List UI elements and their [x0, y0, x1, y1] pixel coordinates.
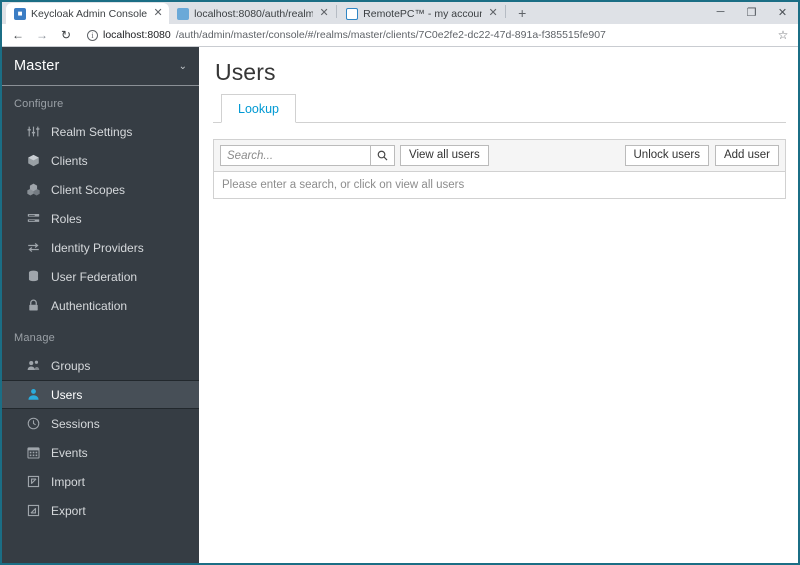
sidebar-item-identity-providers[interactable]: Identity Providers	[2, 233, 199, 262]
sidebar-item-roles[interactable]: Roles	[2, 204, 199, 233]
realm-name: Master	[14, 58, 60, 74]
window-controls: ─ ❐ ✕	[705, 2, 798, 24]
sidebar-section-manage: Manage	[14, 332, 55, 344]
users-icon	[26, 359, 40, 373]
bookmark-star-icon[interactable]: ☆	[772, 25, 794, 45]
browser-tab-2[interactable]: localhost:8080/auth/realms/mast ✕	[169, 3, 336, 24]
close-window-icon[interactable]: ✕	[767, 2, 798, 22]
sidebar-item-label: Events	[51, 445, 88, 460]
sidebar-item-label: Roles	[51, 211, 82, 226]
close-icon[interactable]: ✕	[152, 8, 164, 20]
view-all-users-button[interactable]: View all users	[400, 145, 489, 166]
tab-lookup[interactable]: Lookup	[221, 94, 297, 123]
sidebar-item-label: Groups	[51, 358, 91, 373]
main-content: Users Lookup View all users Unlock users	[199, 47, 798, 563]
url-path: /auth/admin/master/console/#/realms/mast…	[175, 29, 606, 41]
chevron-down-icon: ⌄	[178, 60, 187, 72]
sidebar-item-label: Authentication	[51, 298, 128, 313]
search-input[interactable]	[220, 145, 370, 166]
browser-tab-1[interactable]: ■ Keycloak Admin Console ✕	[6, 3, 170, 24]
forward-icon[interactable]: →	[30, 25, 54, 46]
sidebar-item-label: Sessions	[51, 416, 100, 431]
sidebar-item-sessions[interactable]: Sessions	[2, 409, 199, 438]
page-content: Master ⌄ Configure Realm Settings Client…	[2, 47, 798, 563]
new-tab-button[interactable]: +	[511, 3, 533, 23]
browser-tab-3[interactable]: ◉ RemotePC™ - my account inform ✕	[338, 3, 505, 24]
sidebar-item-label: Identity Providers	[51, 240, 144, 255]
sidebar-item-label: Client Scopes	[51, 182, 126, 197]
browser-tab-strip: ■ Keycloak Admin Console ✕ localhost:808…	[2, 2, 798, 24]
tab-separator	[336, 5, 338, 18]
users-toolbar: View all users Unlock users Add user	[213, 139, 786, 172]
add-user-button[interactable]: Add user	[714, 145, 779, 166]
search-group	[220, 145, 395, 166]
site-info-icon[interactable]: i	[87, 29, 98, 41]
empty-state-message: Please enter a search, or click on view …	[213, 172, 786, 199]
sidebar-item-import[interactable]: Import	[2, 467, 199, 496]
sidebar-item-label: Users	[51, 387, 83, 402]
sidebar-item-label: Realm Settings	[51, 124, 133, 139]
list-icon	[26, 212, 40, 226]
keycloak-icon: ■	[14, 7, 26, 20]
sidebar-item-user-federation[interactable]: User Federation	[2, 262, 199, 291]
sidebar-item-users[interactable]: Users	[2, 380, 199, 409]
browser-tab-title: Keycloak Admin Console	[31, 7, 148, 20]
maximize-icon[interactable]: ❐	[736, 2, 767, 22]
import-icon	[26, 475, 40, 489]
search-icon[interactable]	[370, 145, 395, 166]
sidebar-item-export[interactable]: Export	[2, 496, 199, 525]
url-host: localhost:8080	[103, 29, 171, 41]
sidebar-item-clients[interactable]: Clients	[2, 146, 199, 175]
close-icon[interactable]: ✕	[487, 8, 499, 20]
sliders-icon	[26, 125, 40, 139]
sidebar-item-client-scopes[interactable]: Client Scopes	[2, 175, 199, 204]
reload-icon[interactable]: ↻	[54, 25, 78, 46]
minimize-icon[interactable]: ─	[705, 2, 736, 22]
cubes-icon	[26, 183, 40, 197]
sidebar: Master ⌄ Configure Realm Settings Client…	[2, 47, 199, 563]
globe-icon	[177, 7, 190, 20]
close-icon[interactable]: ✕	[318, 8, 330, 20]
browser-tab-title: RemotePC™ - my account inform	[363, 7, 482, 20]
database-icon	[26, 270, 40, 284]
realm-selector[interactable]: Master ⌄	[2, 47, 199, 86]
browser-toolbar: ← → ↻ i localhost:8080/auth/admin/master…	[2, 24, 798, 47]
sidebar-item-events[interactable]: Events	[2, 438, 199, 467]
address-bar[interactable]: i localhost:8080/auth/admin/master/conso…	[81, 25, 769, 45]
toolbar-right-buttons: Unlock users Add user	[624, 145, 779, 166]
sidebar-item-realm-settings[interactable]: Realm Settings	[2, 117, 199, 146]
user-icon	[26, 388, 40, 402]
sidebar-item-label: Clients	[51, 153, 88, 168]
remotepc-icon: ◉	[346, 7, 359, 20]
unlock-users-button[interactable]: Unlock users	[624, 145, 709, 166]
tab-separator	[505, 5, 507, 18]
sidebar-item-label: User Federation	[51, 269, 138, 284]
back-icon[interactable]: ←	[6, 25, 30, 46]
browser-window: ■ Keycloak Admin Console ✕ localhost:808…	[0, 0, 800, 565]
sidebar-section-configure: Configure	[14, 98, 64, 110]
calendar-icon	[26, 446, 40, 460]
content-tabs: Lookup	[213, 94, 786, 123]
export-icon	[26, 504, 40, 518]
page-title: Users	[215, 59, 276, 85]
sidebar-item-label: Import	[51, 474, 86, 489]
clock-icon	[26, 417, 40, 431]
cube-icon	[26, 154, 40, 168]
browser-tab-title: localhost:8080/auth/realms/mast	[194, 7, 313, 20]
exchange-icon	[26, 241, 40, 255]
sidebar-item-authentication[interactable]: Authentication	[2, 291, 199, 320]
lock-icon	[26, 299, 40, 313]
sidebar-item-groups[interactable]: Groups	[2, 351, 199, 380]
sidebar-item-label: Export	[51, 503, 86, 518]
